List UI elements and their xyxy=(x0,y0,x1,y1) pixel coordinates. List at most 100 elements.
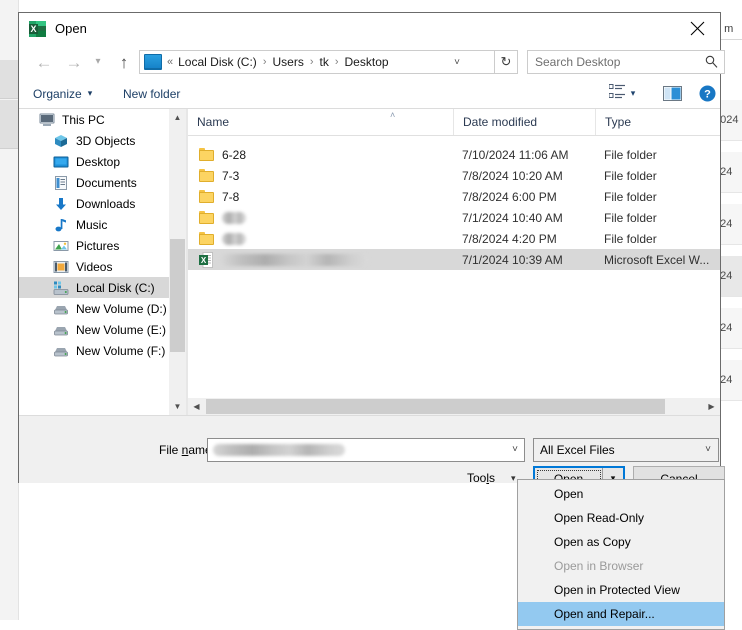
sidebar-item-music[interactable]: Music xyxy=(19,214,169,235)
table-row[interactable]: 7-3 7/8/2024 10:20 AM File folder xyxy=(188,165,720,186)
organize-label: Organize xyxy=(33,87,82,101)
sidebar-item-new-volume-e[interactable]: New Volume (E:) xyxy=(19,319,169,340)
breadcrumb[interactable]: « Local Disk (C:) › Users › tk › Desktop… xyxy=(139,50,495,74)
breadcrumb-separator[interactable]: › xyxy=(310,56,314,68)
column-header-name[interactable]: Name xyxy=(188,109,453,135)
chevron-down-icon: ˅ xyxy=(705,444,711,455)
file-date-cell: 7/1/2024 10:40 AM xyxy=(453,211,595,225)
sidebar-item-new-volume-d[interactable]: New Volume (D:) xyxy=(19,298,169,319)
breadcrumb-item-users[interactable]: Users xyxy=(271,54,304,70)
background-left-cell xyxy=(0,60,18,99)
table-row[interactable]: X 7/1/2024 10:39 AM Microsoft Excel W... xyxy=(188,249,720,270)
local-disk-icon xyxy=(53,280,69,296)
sidebar-item-label: New Volume (F:) xyxy=(76,344,165,358)
sidebar-item-desktop[interactable]: Desktop xyxy=(19,151,169,172)
search-box[interactable] xyxy=(527,50,725,74)
chevron-down-icon: ▾ xyxy=(511,473,516,484)
close-icon[interactable] xyxy=(674,13,720,43)
sidebar-item-this-pc[interactable]: This PC xyxy=(19,109,169,130)
view-options-button[interactable]: ▾ xyxy=(599,82,645,104)
chevron-down-icon[interactable]: ˅ xyxy=(446,51,468,73)
desktop-monitor-icon xyxy=(144,54,162,70)
tools-label: Tools xyxy=(467,471,495,485)
breadcrumb-item-local-disk[interactable]: Local Disk (C:) xyxy=(177,54,258,70)
organize-button[interactable]: Organize ▾ xyxy=(33,83,92,104)
new-folder-button[interactable]: New folder xyxy=(123,83,180,104)
excel-icon: X xyxy=(29,20,47,38)
chevron-up-icon[interactable]: ▲ xyxy=(169,109,186,126)
file-name-cell xyxy=(188,232,453,245)
chevron-left-icon[interactable]: ◀ xyxy=(188,398,205,415)
menu-item-open-and-repair[interactable]: Open and Repair... xyxy=(518,602,724,626)
folder-icon xyxy=(199,148,214,161)
file-name-label: 7-3 xyxy=(222,169,239,183)
sidebar-item-label: Pictures xyxy=(76,239,119,253)
sidebar-item-3d-objects[interactable]: 3D Objects xyxy=(19,130,169,151)
search-input[interactable] xyxy=(528,51,697,73)
excel-file-icon: X xyxy=(199,252,213,268)
column-header-label: Type xyxy=(605,115,631,129)
svg-text:X: X xyxy=(30,24,36,34)
sidebar-item-label: Desktop xyxy=(76,155,120,169)
scrollbar-thumb[interactable] xyxy=(170,239,185,352)
file-name-input[interactable]: ˅ xyxy=(207,438,525,462)
breadcrumb-item-desktop[interactable]: Desktop xyxy=(344,54,390,70)
refresh-icon[interactable]: ↻ xyxy=(495,50,518,74)
menu-item-open-in-browser: Open in Browser xyxy=(518,554,724,578)
breadcrumb-separator[interactable]: › xyxy=(335,56,339,68)
open-dialog: X Open ← → ▾ ↑ « Local Disk (C:) › Users… xyxy=(18,12,721,483)
background-left-cell xyxy=(0,100,18,149)
sidebar-item-videos[interactable]: Videos xyxy=(19,256,169,277)
menu-item-open-read-only[interactable]: Open Read-Only xyxy=(518,506,724,530)
search-icon[interactable] xyxy=(705,55,718,71)
sidebar-item-downloads[interactable]: Downloads xyxy=(19,193,169,214)
redacted-file-name xyxy=(222,212,246,224)
dialog-title: Open xyxy=(55,20,87,38)
sidebar-item-documents[interactable]: Documents xyxy=(19,172,169,193)
sidebar-item-local-disk-c[interactable]: Local Disk (C:) xyxy=(19,277,169,298)
table-row[interactable]: 7/8/2024 4:20 PM File folder xyxy=(188,228,720,249)
file-type-select[interactable]: All Excel Files ˅ xyxy=(533,438,719,462)
dialog-bottom-panel: File name: ˅ All Excel Files ˅ Tools ▾ O… xyxy=(19,415,720,483)
column-header-label: Name xyxy=(197,115,229,129)
dialog-titlebar: X Open xyxy=(19,13,720,45)
menu-item-open[interactable]: Open xyxy=(518,482,724,506)
sidebar-item-pictures[interactable]: Pictures xyxy=(19,235,169,256)
table-row[interactable]: 7/1/2024 10:40 AM File folder xyxy=(188,207,720,228)
menu-item-open-in-protected-view[interactable]: Open in Protected View xyxy=(518,578,724,602)
chevron-down-icon[interactable]: ▾ xyxy=(89,49,107,75)
preview-pane-icon[interactable] xyxy=(659,82,685,104)
sidebar-item-new-volume-f[interactable]: New Volume (F:) xyxy=(19,340,169,361)
breadcrumb-separator[interactable]: › xyxy=(263,56,267,68)
column-header-date-modified[interactable]: Date modified xyxy=(453,109,595,135)
arrow-left-icon[interactable]: ← xyxy=(31,49,57,75)
breadcrumb-overflow[interactable]: « xyxy=(167,56,173,68)
table-row[interactable]: 7-8 7/8/2024 6:00 PM File folder xyxy=(188,186,720,207)
file-list-column-header: Name ˄ Date modified Type xyxy=(188,109,720,136)
redacted-file-name-value xyxy=(213,444,345,456)
redacted-file-name xyxy=(221,254,369,266)
drive-icon xyxy=(53,343,69,359)
column-header-type[interactable]: Type xyxy=(595,109,720,135)
help-icon[interactable]: ? xyxy=(695,82,719,104)
menu-item-open-as-copy[interactable]: Open as Copy xyxy=(518,530,724,554)
scrollbar-thumb[interactable] xyxy=(206,399,665,414)
drive-icon xyxy=(53,301,69,317)
command-bar: Organize ▾ New folder ▾ xyxy=(19,79,720,109)
chevron-right-icon[interactable]: ▶ xyxy=(703,398,720,415)
list-view-icon xyxy=(609,84,626,102)
sidebar-item-label: Local Disk (C:) xyxy=(76,281,155,295)
music-icon xyxy=(53,217,69,233)
table-row[interactable]: 6-28 7/10/2024 11:06 AM File folder xyxy=(188,144,720,165)
file-list-horizontal-scrollbar[interactable]: ◀ ▶ xyxy=(188,398,720,415)
file-name-cell xyxy=(188,211,453,224)
arrow-up-icon[interactable]: ↑ xyxy=(111,49,137,75)
chevron-down-icon[interactable]: ▼ xyxy=(169,398,186,415)
navigation-pane-scrollbar[interactable]: ▲ ▼ xyxy=(169,109,186,415)
chevron-down-icon[interactable]: ˅ xyxy=(512,444,518,455)
arrow-right-icon[interactable]: → xyxy=(61,49,87,75)
breadcrumb-item-tk[interactable]: tk xyxy=(319,54,330,70)
file-type-cell: Microsoft Excel W... xyxy=(595,253,720,267)
folder-icon xyxy=(199,169,214,182)
tools-button[interactable]: Tools ▾ xyxy=(467,471,516,485)
